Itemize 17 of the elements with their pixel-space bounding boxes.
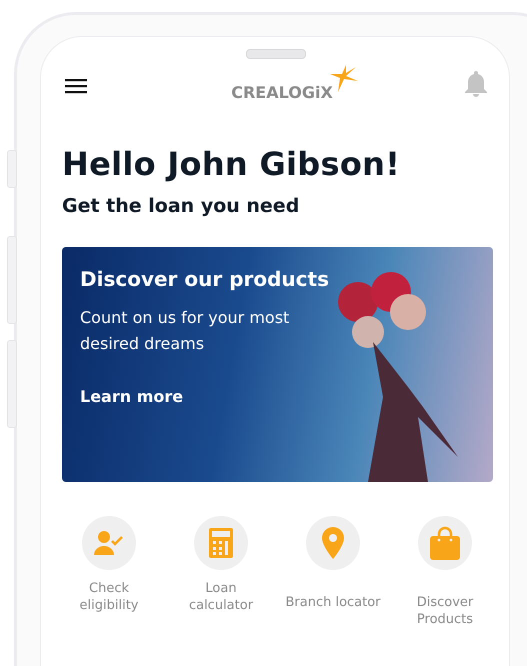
location-pin-icon (322, 527, 344, 559)
menu-icon[interactable] (65, 78, 87, 94)
phone-speaker (246, 49, 306, 59)
greeting-subtitle: Get the loan you need (62, 195, 300, 217)
learn-more-link[interactable]: Learn more (80, 387, 184, 406)
action-label[interactable]: Discover Products (397, 594, 493, 628)
person-check-icon (94, 530, 124, 556)
banner-text: Count on us for your most desired dreams (80, 307, 290, 355)
logo-text: CREALOGiX (231, 83, 333, 102)
banner-title: Discover our products (80, 267, 330, 291)
calculator-icon (209, 528, 233, 558)
action-label[interactable]: Branch locator (285, 594, 381, 611)
action-label[interactable]: Check eligibility (61, 580, 157, 614)
shopping-bag-icon (430, 526, 460, 560)
notification-bell-icon[interactable] (463, 70, 489, 98)
greeting-title: Hello John Gibson! (62, 145, 402, 183)
action-label[interactable]: Loan calculator (173, 580, 269, 614)
